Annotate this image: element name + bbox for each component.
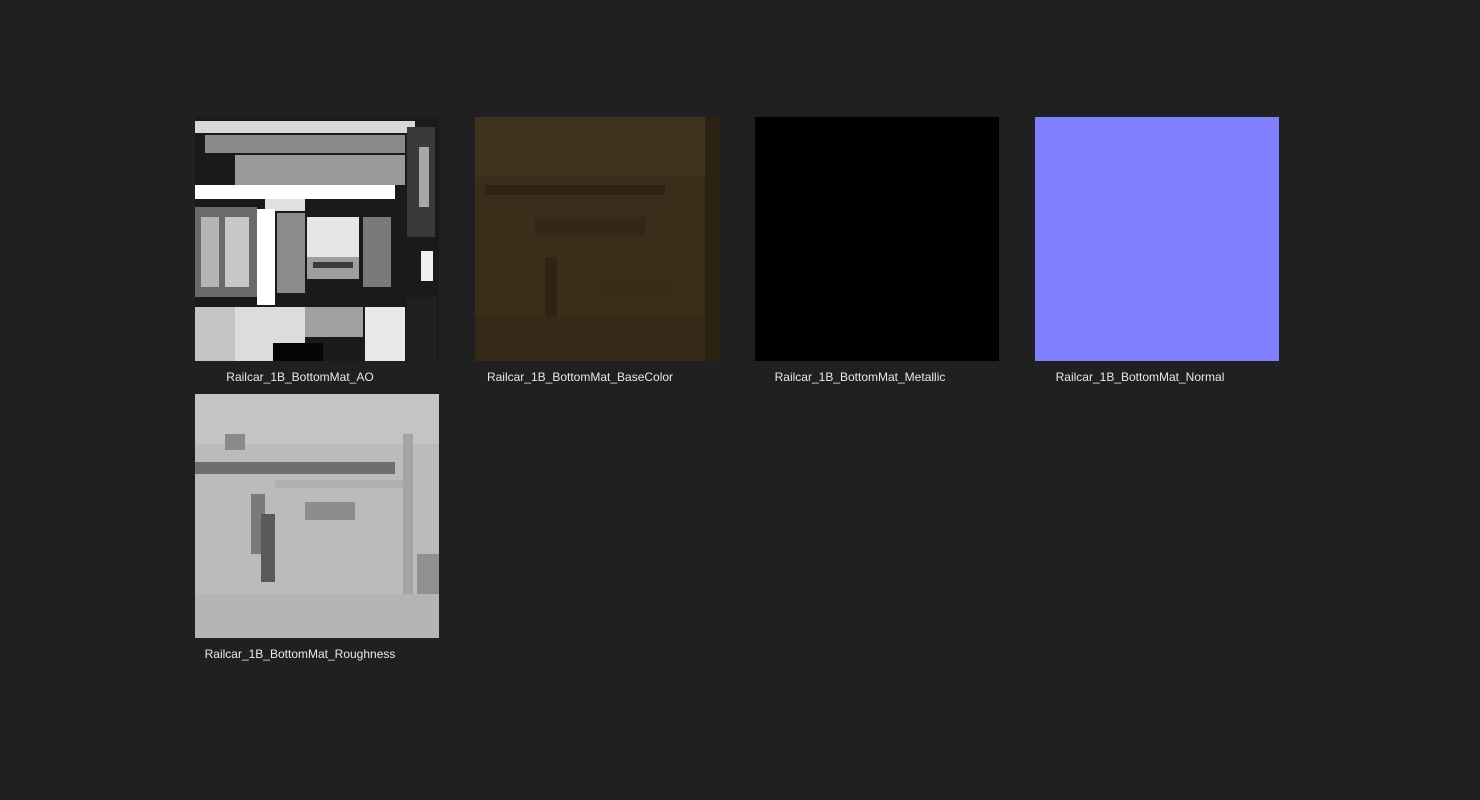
file-tile-normal[interactable]: Railcar_1B_BottomMat_Normal <box>1000 117 1280 387</box>
file-grid: Railcar_1B_BottomMat_AO Railcar_1B_Botto… <box>0 0 1480 800</box>
file-tile-ao[interactable]: Railcar_1B_BottomMat_AO <box>160 117 440 387</box>
file-tile-basecolor[interactable]: Railcar_1B_BottomMat_BaseColor <box>440 117 720 387</box>
metallic-texture-thumbnail <box>755 117 999 361</box>
file-name-label: Railcar_1B_BottomMat_Normal <box>1055 370 1225 384</box>
basecolor-texture-thumbnail <box>475 117 719 361</box>
file-name-label: Railcar_1B_BottomMat_BaseColor <box>486 370 674 384</box>
file-name-label: Railcar_1B_BottomMat_Roughness <box>204 647 396 661</box>
normal-texture-thumbnail <box>1035 117 1279 361</box>
file-name-label: Railcar_1B_BottomMat_AO <box>226 370 374 384</box>
file-tile-metallic[interactable]: Railcar_1B_BottomMat_Metallic <box>720 117 1000 387</box>
ao-texture-thumbnail <box>195 117 439 361</box>
roughness-texture-thumbnail <box>195 394 439 638</box>
file-tile-roughness[interactable]: Railcar_1B_BottomMat_Roughness <box>160 394 440 664</box>
file-name-label: Railcar_1B_BottomMat_Metallic <box>774 370 946 384</box>
